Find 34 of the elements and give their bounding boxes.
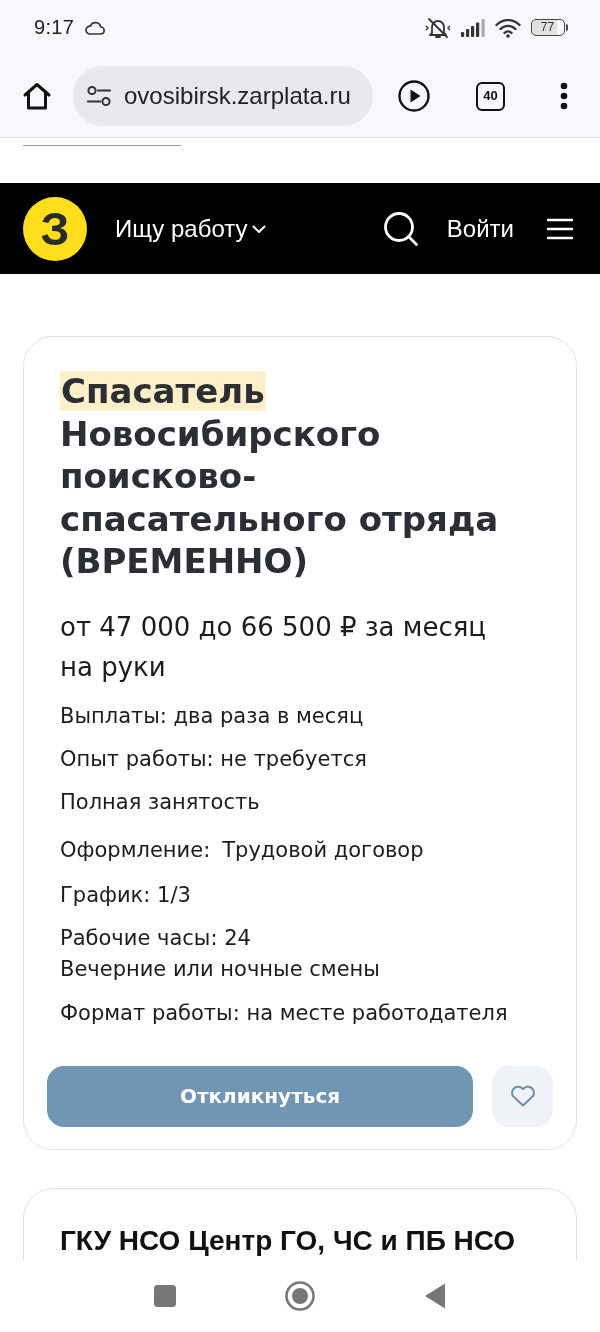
login-link[interactable]: Войти [446, 214, 514, 243]
menu-icon[interactable] [547, 217, 573, 240]
job-detail: График: 1/3 [60, 881, 192, 909]
battery-indicator: 77 [530, 19, 568, 36]
detail-label: Оформление: [60, 836, 211, 864]
circle-icon[interactable] [285, 1281, 315, 1311]
job-detail: Формат работы: на месте работодателя [60, 999, 509, 1027]
job-detail: Рабочие часы: 24 [60, 924, 252, 952]
detail-value: Трудовой договор [222, 836, 424, 864]
job-detail: Вечерние или ночные смены [60, 955, 381, 983]
cloud-icon [84, 20, 107, 35]
job-detail: Полная занятость [60, 788, 261, 816]
site-logo[interactable]: З [23, 196, 87, 261]
url-field[interactable]: ovosibirsk.zarplata.ru [73, 66, 373, 126]
tab-switcher-button[interactable]: 40 [476, 81, 505, 111]
chevron-down-icon [252, 225, 267, 234]
play-icon[interactable] [398, 80, 430, 112]
signal-icon [460, 18, 485, 37]
wifi-icon [494, 17, 521, 38]
job-title: Спасатель Новосибирского поисково-спасательного отряда (ВРЕМЕННО) [60, 370, 500, 583]
nav-dropdown[interactable]: Ищу работу [115, 214, 267, 243]
bell-off-icon [424, 15, 451, 40]
salary-text: от 47 000 до 66 500 ₽ за месяц [60, 610, 488, 644]
triangle-icon[interactable] [424, 1283, 446, 1309]
more-menu-icon[interactable] [560, 82, 568, 110]
job-detail: Опыт работы: не требуется [60, 745, 368, 773]
salary-note: на руки [60, 650, 167, 684]
status-time: 9:17 [34, 16, 75, 39]
favorite-button[interactable] [492, 1065, 553, 1127]
job-detail: Выплаты: два раза в месяц [60, 702, 365, 730]
home-icon[interactable] [22, 81, 52, 111]
search-icon[interactable] [382, 210, 419, 247]
employer-name: ГКУ НСО Центр ГО, ЧС и ПБ НСО [60, 1224, 517, 1257]
sliders-icon[interactable] [86, 85, 112, 107]
